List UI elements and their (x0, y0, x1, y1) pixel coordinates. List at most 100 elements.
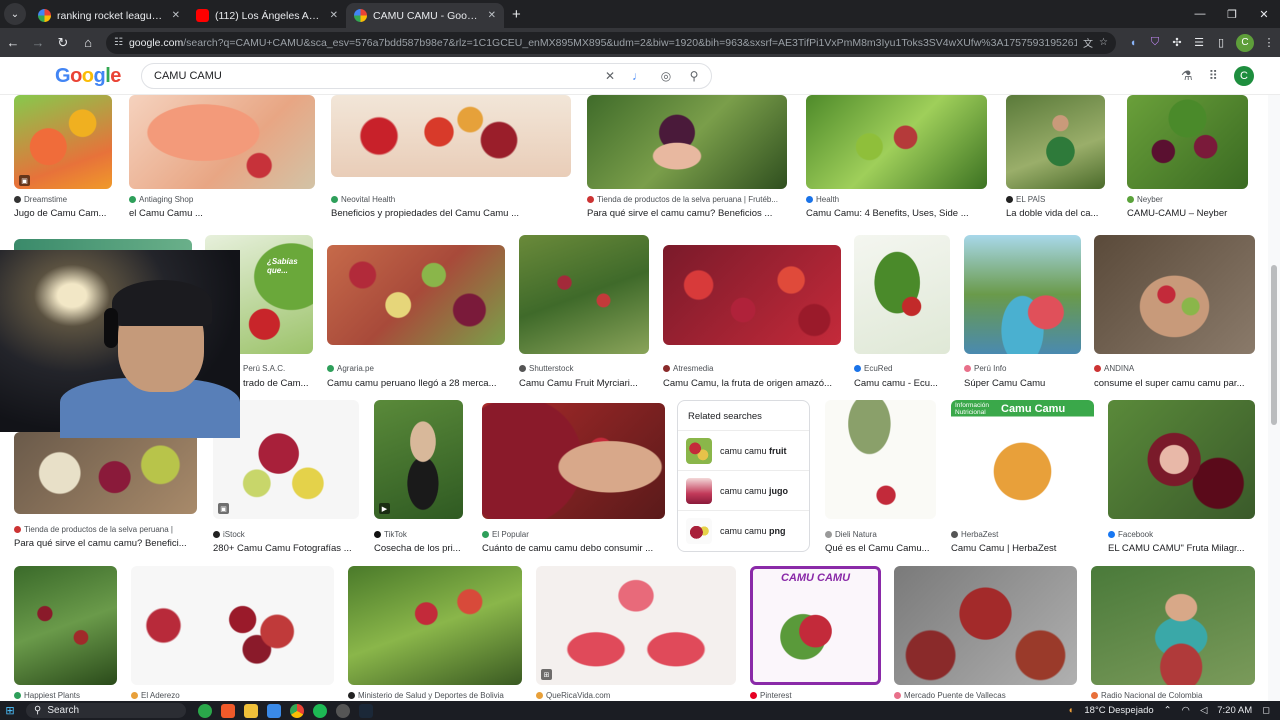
scrollbar-thumb[interactable] (1271, 265, 1277, 425)
result-thumbnail[interactable] (348, 566, 522, 685)
image-result[interactable]: Health Camu Camu: 4 Benefits, Uses, Side… (806, 95, 987, 221)
image-result[interactable]: Perú Info Súper Camu Camu (964, 235, 1081, 389)
result-caption[interactable]: Camu Camu, la fruta de origen amazó... (663, 378, 841, 389)
apps-grid-icon[interactable]: ⠿ (1208, 68, 1218, 84)
result-thumbnail[interactable] (663, 245, 841, 345)
related-search-item[interactable]: camu camu fruit (678, 431, 809, 471)
store-app-icon[interactable] (267, 703, 281, 718)
result-thumbnail[interactable] (825, 400, 936, 519)
site-info-icon[interactable]: ☷ (114, 37, 123, 48)
image-result[interactable]: ANDINA consume el super camu camu par... (1094, 235, 1255, 389)
clear-icon[interactable]: ✕ (603, 69, 617, 83)
weather-text[interactable]: 18°C Despejado (1084, 705, 1153, 716)
result-caption[interactable]: Para qué sirve el camu camu? Beneficios … (587, 208, 787, 219)
image-result[interactable]: Atresmedia Camu Camu, la fruta de origen… (663, 245, 841, 389)
result-thumbnail[interactable] (806, 95, 987, 189)
result-thumbnail[interactable] (1094, 235, 1255, 354)
account-avatar[interactable]: C (1234, 66, 1254, 86)
image-result[interactable]: Happiest Plants (14, 566, 117, 701)
clock-text[interactable]: 7:20 AM (1217, 705, 1252, 716)
result-caption[interactable]: Cuánto de camu camu debo consumir ... (482, 543, 665, 554)
tab-search-icon[interactable]: ⌄ (4, 3, 26, 25)
xbox-app-icon[interactable] (198, 703, 212, 718)
chrome-app-icon[interactable] (290, 703, 304, 718)
related-search-item[interactable]: camu camu png (678, 511, 809, 551)
image-result[interactable]: El Popular Cuánto de camu camu debo cons… (482, 403, 665, 554)
profile-avatar[interactable]: C (1236, 33, 1254, 52)
tab-ranking-rocket-league[interactable]: ranking rocket league - Google ✕ (30, 3, 188, 28)
forward-icon[interactable]: → (26, 31, 50, 55)
image-result[interactable]: Ministerio de Salud y Deportes de Bolivi… (348, 566, 522, 701)
image-result[interactable]: Dieli Natura Qué es el Camu Camu... (825, 400, 936, 554)
restore-icon[interactable]: ❐ (1216, 8, 1248, 21)
chatgpt-app-icon[interactable] (336, 703, 350, 718)
image-result[interactable]: Neyber CAMU-CAMU – Neyber (1127, 95, 1248, 221)
result-caption[interactable]: Cosecha de los pri... (374, 543, 463, 554)
result-thumbnail[interactable] (536, 566, 736, 685)
translate-icon[interactable]: 文 (1083, 35, 1093, 50)
tray-chevron-icon[interactable]: ⌃ (1164, 705, 1172, 716)
result-caption[interactable]: Camu Camu: 4 Benefits, Uses, Side ... (806, 208, 987, 219)
network-icon[interactable]: ◠ (1182, 705, 1190, 716)
menu-icon[interactable]: ⋮ (1258, 32, 1280, 54)
reading-list-icon[interactable]: ☰ (1188, 32, 1210, 54)
search-box[interactable]: ✕ ♩ ◎ ⚲ (141, 63, 712, 89)
image-result[interactable]: Tienda de productos de la selva peruana … (587, 95, 787, 221)
image-result[interactable]: Tienda de productos de la selva peruana … (14, 432, 197, 552)
google-logo[interactable]: Google (55, 65, 121, 88)
result-thumbnail[interactable] (482, 403, 665, 519)
result-thumbnail[interactable] (1091, 566, 1255, 685)
new-tab-icon[interactable]: + (512, 6, 521, 23)
image-result[interactable]: CAMU CAMU Pinterest (750, 566, 881, 701)
image-result[interactable]: ▣ Dreamstime Jugo de Camu Cam... (14, 95, 112, 221)
result-caption[interactable]: La doble vida del ca... (1006, 208, 1105, 219)
result-thumbnail[interactable] (14, 566, 117, 685)
start-menu-icon[interactable]: ⊞ (0, 704, 20, 717)
result-thumbnail[interactable] (129, 95, 315, 189)
result-thumbnail[interactable] (327, 245, 505, 345)
tab-los-angeles-azules[interactable]: (112) Los Ángeles Azules - Nun ✕ (188, 3, 346, 28)
image-result[interactable]: Agraria.pe Camu camu peruano llegó a 28 … (327, 245, 505, 389)
lens-icon[interactable]: ◎ (659, 69, 673, 83)
result-thumbnail[interactable] (374, 400, 463, 519)
result-caption[interactable]: Súper Camu Camu (964, 378, 1081, 389)
close-window-icon[interactable]: ✕ (1248, 8, 1280, 21)
brave-app-icon[interactable] (221, 703, 235, 718)
image-result[interactable]: EcuRed Camu camu - Ecu... (854, 235, 950, 389)
result-caption[interactable]: Qué es el Camu Camu... (825, 543, 936, 554)
result-thumbnail[interactable] (14, 432, 197, 514)
related-search-item[interactable]: camu camu jugo (678, 471, 809, 511)
tab-camu-camu[interactable]: CAMU CAMU - Google Search ✕ (346, 3, 504, 28)
taskbar-search[interactable]: ⚲ Search (26, 703, 186, 718)
steam-app-icon[interactable] (359, 703, 373, 718)
result-caption[interactable]: el Camu Camu ... (129, 208, 315, 219)
result-caption[interactable]: Para qué sirve el camu camu? Benefici... (14, 538, 197, 549)
result-thumbnail[interactable] (331, 95, 571, 177)
tab-close-icon[interactable]: ✕ (330, 10, 338, 21)
image-result[interactable]: EL PAÍS La doble vida del ca... (1006, 95, 1105, 221)
image-result[interactable]: Neovital Health Beneficios y propiedades… (331, 95, 571, 221)
image-result[interactable]: Información Nutricional Camu Camu HerbaZ… (951, 400, 1094, 554)
result-caption[interactable]: consume el super camu camu par... (1094, 378, 1255, 389)
result-caption[interactable]: Camu Camu Fruit Myrciari... (519, 378, 649, 389)
file-explorer-icon[interactable] (244, 703, 258, 718)
result-caption[interactable]: Camu camu - Ecu... (854, 378, 950, 389)
result-thumbnail[interactable] (951, 400, 1094, 519)
result-caption[interactable]: CAMU-CAMU – Neyber (1127, 208, 1248, 219)
result-thumbnail[interactable] (131, 566, 334, 685)
result-caption[interactable]: Camu Camu | HerbaZest (951, 543, 1094, 554)
image-result[interactable]: ⊞ QueRicaVida.com (536, 566, 736, 701)
volume-icon[interactable]: ◁ (1200, 705, 1207, 716)
image-result[interactable]: Mercado Puente de Vallecas (894, 566, 1077, 701)
result-caption[interactable]: Beneficios y propiedades del Camu Camu .… (331, 208, 571, 219)
image-result[interactable]: Antiaging Shop el Camu Camu ... (129, 95, 315, 221)
image-result[interactable]: ▶ TikTok Cosecha de los pri... (374, 400, 463, 554)
result-thumbnail[interactable] (519, 235, 649, 354)
extension-icon[interactable]: ◖ (1122, 32, 1144, 54)
labs-flask-icon[interactable]: ⚗ (1181, 68, 1193, 84)
search-input[interactable] (154, 70, 589, 82)
result-thumbnail[interactable] (587, 95, 787, 189)
split-view-icon[interactable]: ▯ (1210, 32, 1232, 54)
result-thumbnail[interactable] (1108, 400, 1255, 519)
shield-icon[interactable]: ⛉ (1144, 32, 1166, 54)
